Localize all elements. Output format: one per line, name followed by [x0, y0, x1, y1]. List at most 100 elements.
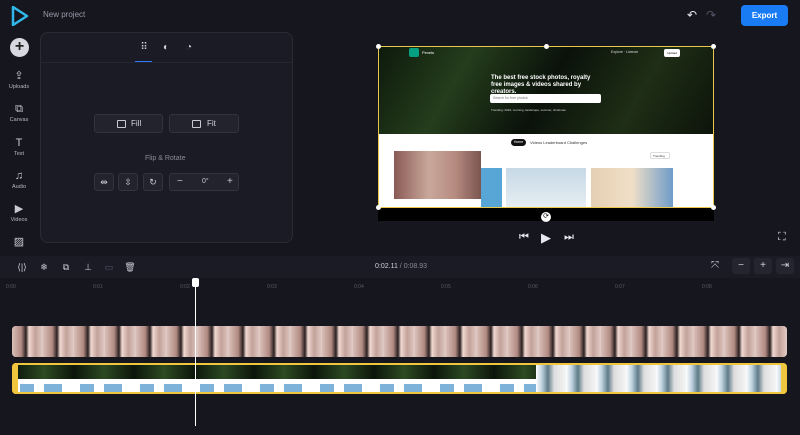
- screen-track-clip[interactable]: [12, 363, 787, 394]
- playhead-handle[interactable]: [192, 278, 199, 287]
- tab-crop[interactable]: ⠿: [138, 42, 150, 54]
- contrast-icon: ◐: [162, 42, 170, 53]
- rail-item-videos[interactable]: ▶ Videos: [0, 203, 38, 223]
- clip-thumbnail: [434, 365, 494, 392]
- upload-icon: ⇪: [14, 70, 24, 82]
- speed-icon: ◔: [185, 42, 193, 53]
- rotation-stepper[interactable]: − 0° +: [169, 173, 239, 191]
- time-display: 0:02.11 / 0:08.93: [375, 263, 427, 270]
- clip-thumbnail: [254, 365, 314, 392]
- clip-thumbnail: [596, 365, 626, 392]
- align-icon[interactable]: ⊥: [82, 261, 94, 273]
- redo-icon[interactable]: ↷: [706, 9, 718, 21]
- clip-thumbnail: [322, 326, 353, 357]
- clip-thumbnail: [694, 326, 725, 357]
- minus-icon[interactable]: −: [177, 174, 183, 190]
- rotate-handle-icon[interactable]: ⟳: [541, 212, 551, 222]
- selection-frame[interactable]: [378, 46, 714, 208]
- clip-thumbnail: [291, 326, 322, 357]
- total-time: 0:08.93: [403, 263, 428, 270]
- resize-handle[interactable]: [376, 44, 381, 49]
- rail-item-label: Audio: [11, 184, 27, 190]
- fit-timeline-icon[interactable]: ⤧: [706, 258, 724, 274]
- clip-thumbnail: [134, 365, 194, 392]
- clip-thumbnail: [74, 365, 134, 392]
- clip-thumbnail: [229, 326, 260, 357]
- flip-vertical-button[interactable]: ⇳: [118, 173, 138, 191]
- play-icon[interactable]: ▶: [539, 231, 553, 244]
- clip-thumbnail: [105, 326, 136, 357]
- clip-thumbnail: [446, 326, 477, 357]
- rail-item-label: Canvas: [9, 117, 29, 123]
- rail-item-uploads[interactable]: ⇪ Uploads: [0, 70, 38, 90]
- export-button[interactable]: Export: [741, 5, 788, 26]
- resize-handle[interactable]: [376, 205, 381, 210]
- freeze-icon[interactable]: ❄: [38, 261, 50, 273]
- project-title[interactable]: New project: [43, 10, 85, 19]
- skip-forward-icon[interactable]: ⏭: [562, 231, 576, 244]
- top-bar: [0, 0, 800, 32]
- zoom-in-button[interactable]: +: [754, 258, 772, 274]
- fill-icon: [117, 120, 126, 128]
- properties-panel: [40, 32, 293, 243]
- grid-icon: ⠿: [140, 42, 148, 53]
- clip-thumbnail: [12, 326, 43, 357]
- panel-divider: [40, 62, 293, 63]
- clip-thumbnail: [656, 365, 686, 392]
- undo-icon[interactable]: ↶: [687, 9, 699, 21]
- flip-rotate-label: Flip & Rotate: [145, 155, 186, 162]
- timeline-ruler[interactable]: [0, 280, 800, 294]
- fit-label: Fit: [207, 119, 216, 128]
- tab-adjust[interactable]: ◐: [160, 42, 172, 54]
- playhead[interactable]: [195, 281, 196, 426]
- rotate-button[interactable]: ↻: [143, 173, 163, 191]
- clip-thumbnail: [194, 365, 254, 392]
- ruler-tick: 0:05: [441, 284, 451, 290]
- rail-item-images[interactable]: ▨: [0, 236, 38, 248]
- clip-thumbnail: [198, 326, 229, 357]
- webcam-track-clip[interactable]: [12, 326, 787, 357]
- rotate-icon: ↻: [149, 177, 157, 187]
- fill-button[interactable]: Fill: [94, 114, 163, 133]
- canvas-icon: ⧉: [15, 103, 23, 115]
- zoom-out-button[interactable]: −: [732, 258, 750, 274]
- ruler-tick: 0:07: [615, 284, 625, 290]
- clip-thumbnail: [477, 326, 508, 357]
- clip-thumbnail: [566, 365, 596, 392]
- clip-thumbnail: [508, 326, 539, 357]
- clip-thumbnail: [626, 365, 656, 392]
- resize-handle[interactable]: [711, 205, 716, 210]
- flip-horizontal-icon: ⇹: [100, 177, 108, 187]
- clip-thumbnail: [746, 365, 776, 392]
- clip-thumbnail: [539, 326, 570, 357]
- rail-item-audio[interactable]: ♫ Audio: [0, 170, 38, 190]
- fit-button[interactable]: Fit: [169, 114, 239, 133]
- clip-thumbnail: [756, 326, 787, 357]
- clip-thumbnail: [74, 326, 105, 357]
- clip-trim-handle-left[interactable]: [12, 363, 18, 394]
- tab-speed[interactable]: ◔: [183, 42, 195, 54]
- split-icon[interactable]: ⟨|⟩: [16, 261, 28, 273]
- caption-icon[interactable]: ▭: [103, 261, 115, 273]
- rotation-value[interactable]: 0°: [202, 174, 209, 190]
- clip-thumbnail: [14, 365, 74, 392]
- expand-timeline-icon[interactable]: ⇥: [776, 258, 794, 274]
- app-logo-icon[interactable]: [11, 6, 29, 26]
- clip-trim-handle-right[interactable]: [781, 363, 787, 394]
- rail-item-canvas[interactable]: ⧉ Canvas: [0, 103, 38, 123]
- flip-horizontal-button[interactable]: ⇹: [94, 173, 114, 191]
- rail-item-label: Uploads: [8, 84, 30, 90]
- add-media-button[interactable]: +: [10, 38, 29, 57]
- clip-thumbnail: [136, 326, 167, 357]
- rail-item-text[interactable]: T Text: [0, 137, 38, 157]
- clip-thumbnail: [601, 326, 632, 357]
- fullscreen-icon[interactable]: ⛶: [778, 231, 790, 243]
- resize-handle[interactable]: [544, 44, 549, 49]
- clip-thumbnail: [353, 326, 384, 357]
- skip-back-icon[interactable]: ⏮: [517, 231, 531, 244]
- plus-icon[interactable]: +: [227, 174, 233, 190]
- delete-icon[interactable]: 🗑: [124, 261, 136, 273]
- ruler-tick: 0:04: [354, 284, 364, 290]
- duplicate-icon[interactable]: ⧉: [60, 261, 72, 273]
- resize-handle[interactable]: [711, 44, 716, 49]
